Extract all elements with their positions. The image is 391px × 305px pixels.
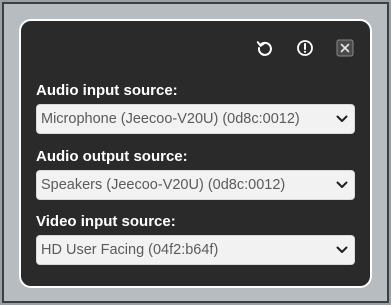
audio-output-value: Speakers (Jeecoo-V20U) (0d8c:0012) — [41, 177, 286, 193]
dialog-toolbar — [254, 37, 356, 59]
chevron-down-icon — [336, 246, 348, 253]
audio-input-field: Audio input source: Microphone (Jeecoo-V… — [36, 82, 355, 134]
close-button[interactable] — [334, 37, 356, 59]
audio-input-select[interactable]: Microphone (Jeecoo-V20U) (0d8c:0012) — [36, 104, 355, 134]
video-input-field: Video input source: HD User Facing (04f2… — [36, 213, 355, 265]
info-icon — [297, 40, 313, 56]
device-settings-dialog: Audio input source: Microphone (Jeecoo-V… — [19, 19, 372, 288]
audio-input-label: Audio input source: — [36, 82, 178, 99]
audio-output-label: Audio output source: — [36, 148, 188, 165]
audio-input-value: Microphone (Jeecoo-V20U) (0d8c:0012) — [41, 111, 300, 127]
audio-output-field: Audio output source: Speakers (Jeecoo-V2… — [36, 148, 355, 200]
chevron-down-icon — [336, 181, 348, 188]
refresh-icon — [256, 41, 272, 56]
info-button[interactable] — [294, 37, 316, 59]
refresh-button[interactable] — [254, 37, 276, 59]
video-input-select[interactable]: HD User Facing (04f2:b64f) — [36, 235, 355, 265]
video-input-label: Video input source: — [36, 213, 176, 230]
video-input-value: HD User Facing (04f2:b64f) — [41, 242, 219, 258]
close-icon — [336, 39, 354, 57]
window-frame: Audio input source: Microphone (Jeecoo-V… — [0, 0, 391, 305]
chevron-down-icon — [336, 115, 348, 122]
audio-output-select[interactable]: Speakers (Jeecoo-V20U) (0d8c:0012) — [36, 170, 355, 200]
